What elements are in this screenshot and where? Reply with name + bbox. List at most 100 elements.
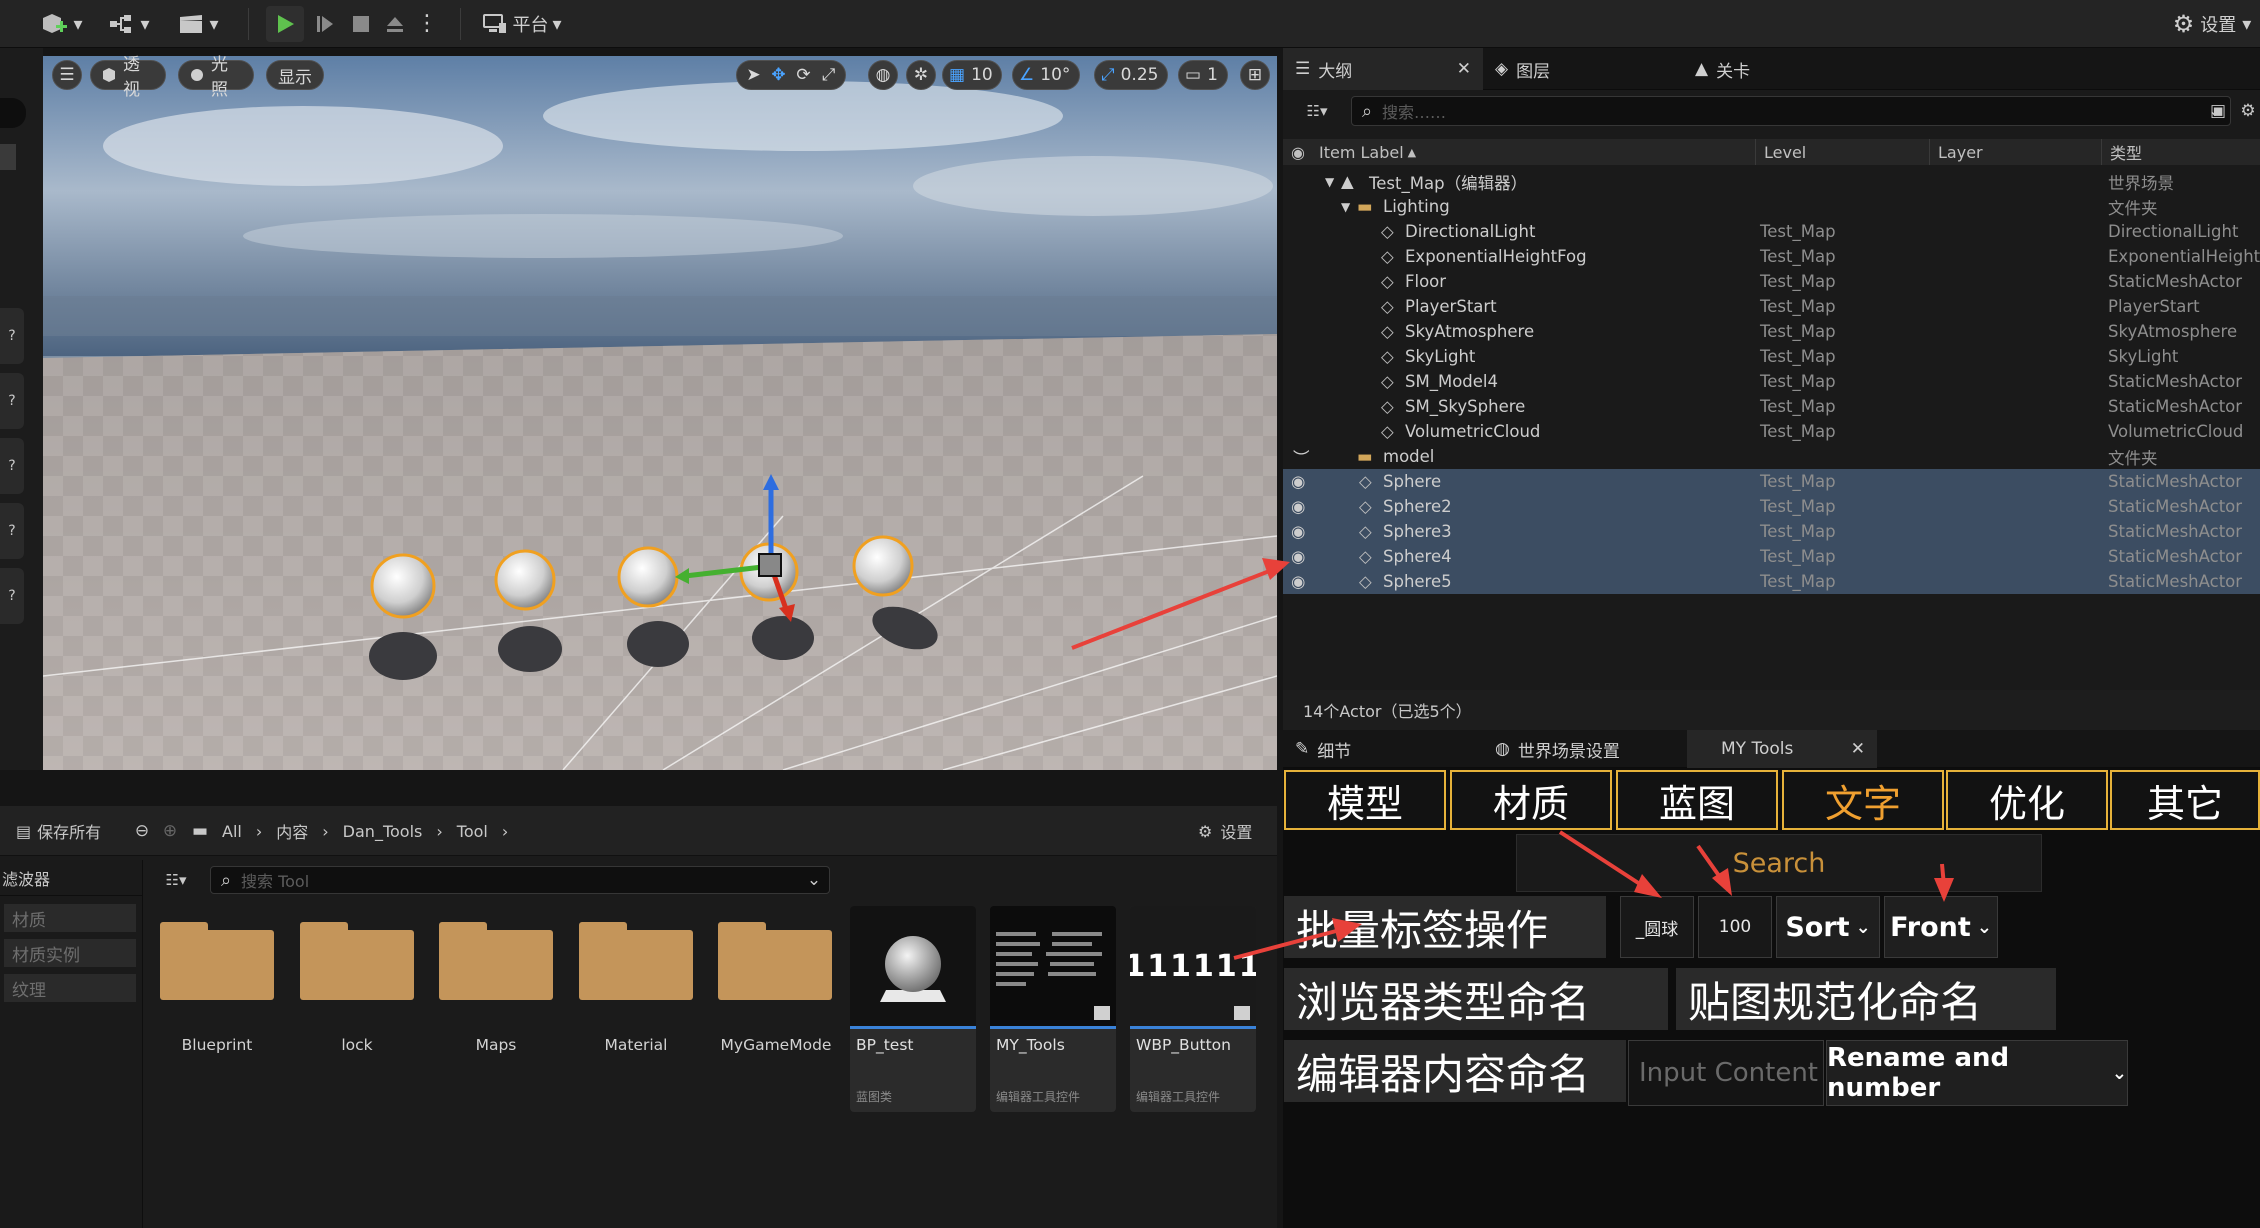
tab-layers[interactable]: ◈ 图层 xyxy=(1483,48,1683,90)
panel-handle[interactable] xyxy=(0,144,16,170)
browser-type-naming-button[interactable]: 浏览器类型命名 xyxy=(1284,968,1668,1030)
world-local-button[interactable]: ◍ xyxy=(868,60,898,90)
advance-frame-button[interactable] xyxy=(308,6,342,42)
outliner-row[interactable]: ◇ SM_Model4 Test_Map StaticMeshActor xyxy=(1283,369,2260,394)
category-model-button[interactable]: 模型 xyxy=(1284,770,1446,830)
tab-levels[interactable]: ▲ 关卡 xyxy=(1683,48,1883,90)
outliner-row[interactable]: ◉ ◇ Sphere4 Test_Map StaticMeshActor xyxy=(1283,544,2260,569)
eye-icon[interactable]: ◉ xyxy=(1291,469,1305,494)
rotate-snap-button[interactable]: ∠ 10° xyxy=(1012,60,1080,90)
settings-button[interactable]: ⚙ 设置 ▾ xyxy=(2170,6,2254,42)
folder-tile[interactable] xyxy=(160,918,274,1000)
gear-icon[interactable]: ⚙ xyxy=(2236,98,2260,124)
tab-my-tools[interactable]: MY Tools ✕ xyxy=(1687,730,1877,768)
outliner-row-folder[interactable]: ︶ ▬ model 文件夹 xyxy=(1283,444,2260,469)
column-type[interactable]: 类型 xyxy=(2101,139,2142,165)
mytools-search-input[interactable]: Search xyxy=(1516,834,2042,892)
asset-tile[interactable]: BP_test 蓝图类 xyxy=(850,906,976,1112)
help-icon[interactable]: ? xyxy=(0,308,24,364)
stop-button[interactable] xyxy=(344,6,378,42)
folder-tile[interactable] xyxy=(439,918,553,1000)
collapsed-panel-tab[interactable] xyxy=(0,98,26,128)
eye-icon[interactable]: ◉ xyxy=(1291,494,1305,519)
outliner-row[interactable]: ◉ ◇ Sphere3 Test_Map StaticMeshActor xyxy=(1283,519,2260,544)
front-dropdown[interactable]: Front ⌄ xyxy=(1884,896,1998,958)
eye-closed-icon[interactable]: ︶ xyxy=(1293,444,1310,469)
category-blueprint-button[interactable]: 蓝图 xyxy=(1616,770,1778,830)
batch-label-button[interactable]: 批量标签操作 xyxy=(1284,896,1606,958)
outliner-row-folder[interactable]: ▼ ▬ Lighting 文件夹 xyxy=(1283,194,2260,219)
sort-dropdown[interactable]: Sort ⌄ xyxy=(1776,896,1880,958)
outliner-row[interactable]: ◇ SM_SkySphere Test_Map StaticMeshActor xyxy=(1283,394,2260,419)
help-icon[interactable]: ? xyxy=(0,373,24,429)
outliner-row[interactable]: ◇ SkyAtmosphere Test_Map SkyAtmosphere xyxy=(1283,319,2260,344)
add-actor-button[interactable]: ▾ xyxy=(36,6,86,42)
outliner-search-input[interactable]: ⌕ 搜索…… ⌄ xyxy=(1351,96,2231,126)
grid-snap-button[interactable]: ▦ 10 xyxy=(942,60,1002,90)
level-viewport[interactable] xyxy=(43,56,1277,770)
cb-search-input[interactable]: ⌕ 搜索 Tool ⌄ xyxy=(210,866,830,894)
scale-icon[interactable]: ⤢ xyxy=(818,65,839,85)
cinematics-button[interactable]: ▾ xyxy=(172,6,224,42)
tab-world-settings[interactable]: ◍ 世界场景设置 xyxy=(1483,730,1683,768)
category-other-button[interactable]: 其它 xyxy=(2110,770,2260,830)
breadcrumb-item[interactable]: 内容 xyxy=(276,819,308,843)
scale-snap-button[interactable]: ⤢ 0.25 xyxy=(1094,60,1168,90)
play-button[interactable] xyxy=(266,6,304,42)
add-folder-icon[interactable]: ▣ xyxy=(2206,98,2230,124)
outliner-row[interactable]: ◇ DirectionalLight Test_Map DirectionalLigh… xyxy=(1283,219,2260,244)
camera-speed-button[interactable]: ▭ 1 xyxy=(1178,60,1228,90)
folder-tile[interactable] xyxy=(579,918,693,1000)
forward-icon[interactable]: ⊕ xyxy=(158,818,182,844)
breadcrumb-item[interactable]: Dan_Tools xyxy=(343,822,423,841)
tab-details[interactable]: ✎ 细节 xyxy=(1283,730,1483,768)
editor-content-naming-button[interactable]: 编辑器内容命名 xyxy=(1284,1040,1626,1102)
help-icon[interactable]: ? xyxy=(0,503,24,559)
save-all-button[interactable]: ▤ 保存所有 xyxy=(16,806,101,856)
perspective-button[interactable]: 透视 xyxy=(90,55,166,100)
tab-outliner[interactable]: ☰ 大纲 ✕ xyxy=(1283,48,1483,90)
outliner-row[interactable]: ◉ ◇ Sphere5 Test_Map StaticMeshActor xyxy=(1283,569,2260,594)
outliner-row[interactable]: ◇ SkyLight Test_Map SkyLight xyxy=(1283,344,2260,369)
outliner-row[interactable]: ◇ VolumetricCloud Test_Map VolumetricCloud xyxy=(1283,419,2260,444)
eye-icon[interactable]: ◉ xyxy=(1291,519,1305,544)
filter-item[interactable]: 材质实例 xyxy=(4,939,136,967)
category-material-button[interactable]: 材质 xyxy=(1450,770,1612,830)
select-arrow-icon[interactable]: ➤ xyxy=(743,65,764,85)
outliner-row-root[interactable]: ▼ ▲ Test_Map（编辑器） 世界场景 xyxy=(1283,169,2260,194)
rename-mode-dropdown[interactable]: Rename and number ⌄ xyxy=(1826,1040,2128,1106)
help-icon[interactable]: ? xyxy=(0,438,24,494)
help-icon[interactable]: ? xyxy=(0,568,24,624)
viewport-menu-button[interactable]: ☰ xyxy=(52,60,82,90)
eye-icon[interactable]: ◉ xyxy=(1291,544,1305,569)
category-text-button[interactable]: 文字 xyxy=(1782,770,1944,830)
filter-item[interactable]: 纹理 xyxy=(4,974,136,1002)
platform-button[interactable]: 平台 ▾ xyxy=(478,6,566,42)
column-layer[interactable]: Layer xyxy=(1929,139,1983,165)
prefix-input[interactable]: _圆球 xyxy=(1620,896,1694,958)
breadcrumb-item[interactable]: Tool xyxy=(457,822,488,841)
play-options-button[interactable]: ⋮ xyxy=(414,6,440,42)
expand-arrow-icon[interactable]: ▼ xyxy=(1325,169,1334,194)
column-level[interactable]: Level xyxy=(1755,139,1806,165)
texture-naming-button[interactable]: 贴图规范化命名 xyxy=(1676,968,2056,1030)
outliner-row[interactable]: ◇ ExponentialHeightFog Test_Map Exponential… xyxy=(1283,244,2260,269)
cb-filter-dropdown[interactable]: ☷ ▾ xyxy=(154,866,198,894)
blueprint-button[interactable]: ▾ xyxy=(104,6,154,42)
move-icon[interactable]: ✥ xyxy=(768,65,789,85)
category-optimize-button[interactable]: 优化 xyxy=(1946,770,2108,830)
outliner-row[interactable]: ◉ ◇ Sphere2 Test_Map StaticMeshActor xyxy=(1283,494,2260,519)
surface-snap-button[interactable]: ✲ xyxy=(906,60,936,90)
content-input[interactable]: Input Content xyxy=(1628,1040,1824,1106)
layout-button[interactable]: ⊞ xyxy=(1240,60,1270,90)
close-icon[interactable]: ✕ xyxy=(1851,739,1865,759)
column-item-label[interactable]: Item Label ▲ xyxy=(1319,139,1416,165)
rotate-icon[interactable]: ⟳ xyxy=(793,65,814,85)
close-icon[interactable]: ✕ xyxy=(1457,59,1471,79)
folder-tile[interactable] xyxy=(718,918,832,1000)
number-input[interactable]: 100 xyxy=(1698,896,1772,958)
folder-tile[interactable] xyxy=(300,918,414,1000)
eject-button[interactable] xyxy=(378,6,412,42)
asset-tile[interactable]: 111111 WBP_Button 编辑器工具控件 xyxy=(1130,906,1256,1112)
outliner-row[interactable]: ◇ PlayerStart Test_Map PlayerStart xyxy=(1283,294,2260,319)
